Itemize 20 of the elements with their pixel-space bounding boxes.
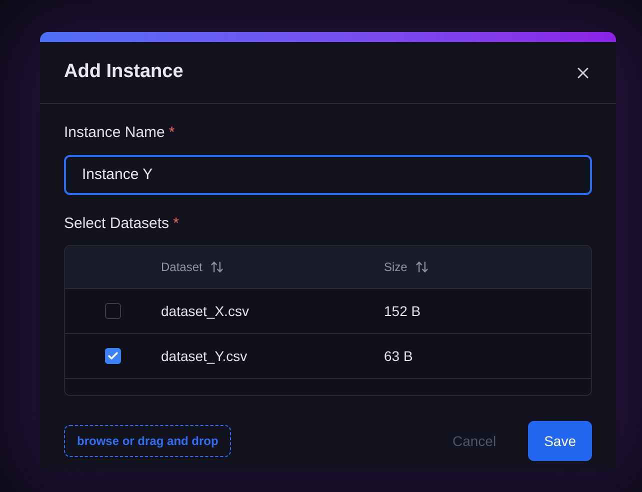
field-label: Instance Name [64, 123, 165, 143]
sort-icon[interactable] [210, 260, 224, 274]
table-cell-text: 63 B [384, 346, 413, 366]
check-icon [107, 350, 119, 362]
row-checkbox[interactable] [105, 303, 121, 319]
column-header: Size [384, 259, 408, 276]
row-checkbox[interactable] [105, 348, 121, 364]
sort-icon[interactable] [415, 260, 430, 274]
dialog-title: Add Instance [64, 60, 184, 84]
upload-dropzone[interactable]: browse or drag and drop [64, 425, 232, 457]
column-header: Dataset [161, 259, 202, 276]
required-mark: * [173, 214, 179, 234]
field-label: Select Datasets [64, 214, 170, 234]
instance-name-field[interactable]: Instance Y [64, 154, 592, 194]
cancel-button[interactable]: Cancel [440, 430, 508, 452]
save-button[interactable]: Save [528, 421, 592, 461]
required-mark: * [168, 123, 175, 143]
table-cell-text: 152 B [384, 302, 421, 320]
table-cell-text: dataset_X.csv [161, 302, 250, 321]
table-cell-text: dataset_Y.csv [161, 346, 248, 366]
